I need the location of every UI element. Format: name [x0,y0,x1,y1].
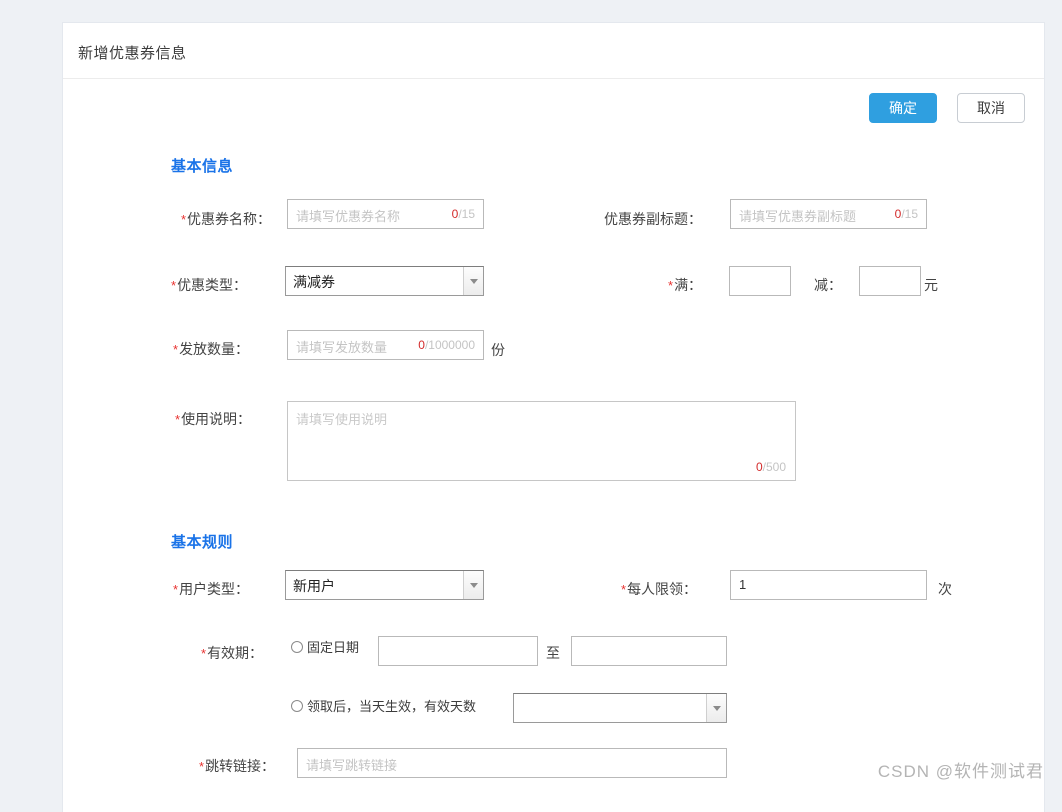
label-user-type: *用户类型： [173,579,249,599]
label-issue-quantity: *发放数量： [173,339,249,359]
label-coupon-subtitle: 优惠券副标题： [603,209,702,229]
label-validity: *有效期： [201,643,263,663]
usage-note-placeholder: 请填写使用说明 [296,409,387,428]
label-limit-per-person: *每人限领： [621,579,697,599]
coupon-name-input[interactable]: 请填写优惠券名称 0/15 [287,199,484,229]
user-type-value: 新用户 [293,576,335,596]
usage-note-textarea[interactable]: 请填写使用说明 0/500 [287,401,796,481]
label-usage-note: *使用说明： [175,409,251,429]
limit-per-person-unit: 次 [938,579,952,599]
user-type-select[interactable]: 新用户 [285,570,484,600]
coupon-subtitle-placeholder: 请填写优惠券副标题 [739,206,856,225]
page-title: 新增优惠券信息 [78,42,187,63]
redirect-link-input[interactable]: 请填写跳转链接 [297,748,727,778]
coupon-type-value: 满减券 [293,272,335,292]
page-background: 新增优惠券信息 确定 取消 基本信息 *优惠券名称： 请填写优惠券名称 0/15… [0,0,1062,790]
watermark: CSDN @软件测试君 [878,757,1044,782]
limit-per-person-value: 1 [739,577,746,592]
coupon-name-placeholder: 请填写优惠券名称 [296,206,400,225]
coupon-type-select[interactable]: 满减券 [285,266,484,296]
validity-relative-days-radio[interactable]: 领取后，当天生效，有效天数 [291,696,476,715]
cancel-button[interactable]: 取消 [957,93,1025,123]
form-card: 新增优惠券信息 确定 取消 基本信息 *优惠券名称： 请填写优惠券名称 0/15… [62,22,1045,812]
chevron-down-icon[interactable] [463,571,483,599]
radio-circle-icon [291,641,303,653]
label-coupon-type: *优惠类型： [171,275,247,295]
validity-end-date-input[interactable] [571,636,727,666]
label-coupon-name: *优惠券名称： [151,209,271,229]
validity-start-date-input[interactable] [378,636,538,666]
redirect-link-placeholder: 请填写跳转链接 [306,755,397,774]
issue-quantity-input[interactable]: 请填写发放数量 0/1000000 [287,330,484,360]
label-discount: 减： [813,275,842,295]
coupon-subtitle-counter: 0/15 [895,207,918,221]
coupon-subtitle-input[interactable]: 请填写优惠券副标题 0/15 [730,199,927,229]
section-title-basic-rules: 基本规则 [171,531,233,552]
chevron-down-icon[interactable] [463,267,483,295]
confirm-button[interactable]: 确定 [869,93,937,123]
discount-unit: 元 [924,275,938,295]
radio-circle-icon [291,700,303,712]
usage-note-counter: 0/500 [756,460,786,474]
validity-fixed-date-radio[interactable]: 固定日期 [291,637,359,656]
chevron-down-icon[interactable] [706,694,726,722]
limit-per-person-input[interactable]: 1 [730,570,927,600]
validity-relative-days-label: 领取后，当天生效，有效天数 [307,696,476,715]
card-header: 新增优惠券信息 [63,23,1044,79]
label-threshold: *满： [668,275,702,295]
label-redirect-link: *跳转链接： [199,756,275,776]
issue-quantity-unit: 份 [491,340,505,360]
issue-quantity-placeholder: 请填写发放数量 [296,337,387,356]
issue-quantity-counter: 0/1000000 [418,338,475,352]
required-marker: * [181,212,186,227]
date-range-separator: 至 [546,643,560,663]
validity-relative-days-select[interactable] [513,693,727,723]
coupon-name-counter: 0/15 [452,207,475,221]
discount-input[interactable] [859,266,921,296]
threshold-input[interactable] [729,266,791,296]
validity-fixed-date-label: 固定日期 [307,637,359,656]
section-title-basic-info: 基本信息 [171,155,233,176]
form-action-buttons: 确定 取消 [869,93,1025,123]
